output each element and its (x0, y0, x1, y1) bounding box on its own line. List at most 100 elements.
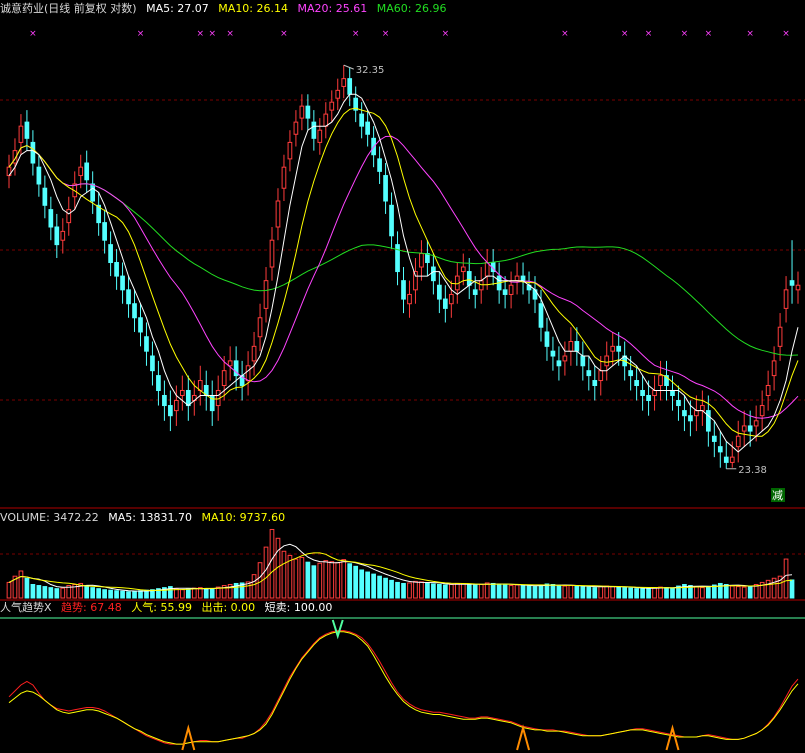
candle-body (682, 410, 687, 417)
volume-bar (293, 558, 299, 599)
volume-bar (323, 560, 329, 599)
volume-bar (120, 590, 125, 599)
volume-bar (299, 557, 305, 599)
volume-bar (437, 584, 442, 599)
candle-body (323, 113, 329, 127)
peak-marker (331, 619, 344, 640)
volume-bar (179, 589, 185, 599)
candle-body (48, 209, 54, 228)
volume-bar (747, 585, 753, 599)
candle-body (419, 253, 424, 268)
candle-body (437, 284, 442, 300)
volume-bar (771, 577, 777, 599)
volume-bar (317, 562, 323, 599)
candle-body (634, 380, 639, 386)
candle-body (747, 425, 753, 432)
candle-body (705, 410, 711, 432)
volume-bar (789, 579, 795, 599)
candle-body (586, 370, 592, 377)
candle-body (90, 183, 96, 202)
signal-marker: × (208, 29, 216, 39)
volume-bar (466, 584, 472, 599)
volume-bar (640, 588, 645, 599)
volume-bar (102, 589, 107, 599)
candle-body (783, 289, 789, 309)
volume-bar (448, 584, 454, 599)
candle-body (520, 275, 526, 282)
signal-marker: × (280, 29, 288, 39)
candle-body (174, 400, 179, 412)
candle-body (359, 113, 365, 127)
volume-bar (544, 583, 550, 599)
candle-body (114, 262, 119, 277)
volume-bar (442, 584, 448, 599)
candle-body (168, 405, 173, 417)
volume-ma5-line (8, 543, 793, 592)
signal-marker: × (621, 29, 629, 39)
volume-bar (568, 585, 574, 599)
volume-bar (185, 588, 191, 599)
volume-bar (526, 585, 532, 599)
volume-bar (132, 590, 137, 599)
candle-body (688, 415, 693, 422)
candle-body (472, 289, 478, 295)
volume-bar (60, 587, 66, 599)
candle-body (30, 141, 36, 164)
candle-body (574, 341, 580, 352)
candle-body (670, 389, 675, 396)
candle-body (263, 280, 269, 309)
volume-bar (538, 584, 544, 599)
candle-body (460, 266, 466, 273)
candle-body (598, 370, 604, 382)
volume-bar (741, 586, 747, 599)
volume-bar (329, 561, 335, 599)
volume-bar (305, 561, 311, 599)
volume-bar (209, 588, 215, 599)
volume-bar (670, 587, 675, 599)
candle-body (144, 336, 149, 352)
volume-bar (592, 587, 598, 599)
volume-bar (263, 546, 269, 599)
volume-bar (419, 581, 424, 599)
volume-bar (634, 588, 639, 599)
volume-bar (24, 577, 30, 599)
candle-body (777, 326, 783, 347)
candle-body (604, 355, 610, 367)
volume-bar (413, 580, 418, 599)
volume-bar (652, 587, 657, 599)
signal-marker: × (382, 29, 390, 39)
volume-bar (114, 590, 119, 599)
candle-body (466, 271, 472, 286)
signal-marker: × (746, 29, 754, 39)
candle-body (771, 360, 777, 377)
volume-bar (628, 587, 633, 599)
volume-bar (472, 584, 478, 599)
candle-body (759, 405, 765, 417)
candle-body (132, 303, 137, 319)
candle-body (484, 262, 490, 277)
candle-body (413, 271, 418, 291)
candle-body (341, 78, 347, 87)
volume-bar (251, 574, 257, 599)
volume-bar (532, 586, 538, 599)
candle-body (592, 380, 598, 386)
candle-body (138, 317, 143, 333)
candle-body (735, 435, 741, 448)
candle-body (185, 389, 191, 407)
volume-bar (586, 586, 592, 599)
candle-body (18, 125, 24, 143)
candle-body (275, 200, 281, 228)
candle-body (711, 435, 717, 442)
volume-bar (138, 590, 143, 599)
candle-body (676, 400, 681, 407)
candle-body (514, 275, 520, 282)
volume-bar (30, 584, 36, 599)
volume-bar (616, 586, 622, 599)
candle-body (562, 355, 568, 362)
volume-bar (389, 579, 394, 599)
candle-body (717, 446, 723, 453)
candle-body (102, 222, 107, 241)
volume-bar (281, 550, 287, 599)
signal-marker: × (645, 29, 653, 39)
volume-bar (454, 582, 460, 599)
